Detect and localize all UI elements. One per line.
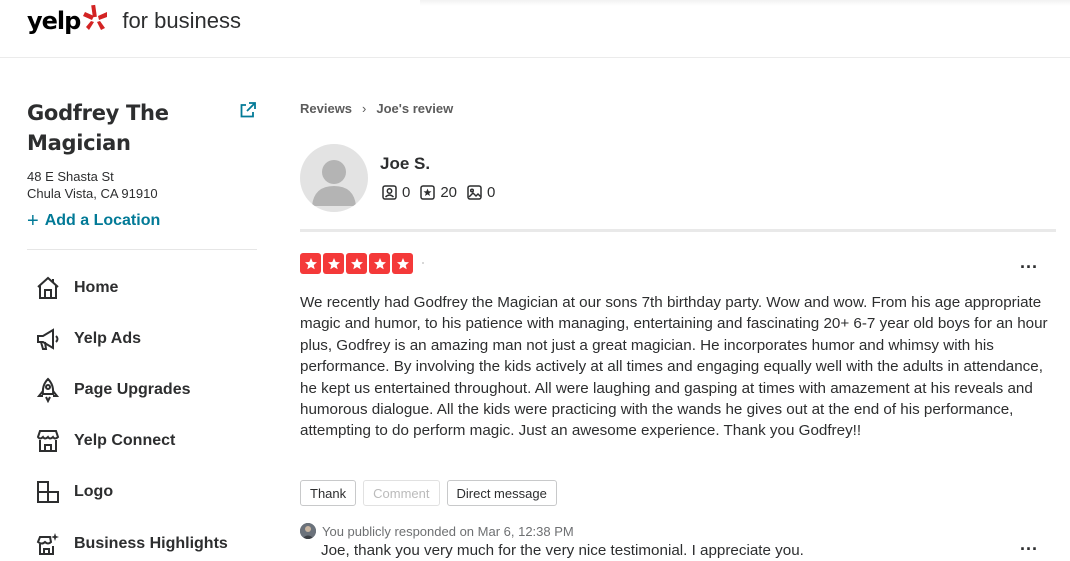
comment-button[interactable]: Comment bbox=[363, 480, 440, 506]
logo-grid-icon bbox=[34, 478, 62, 506]
plus-icon: + bbox=[27, 210, 39, 232]
home-icon bbox=[34, 274, 62, 302]
sidebar-item-page-upgrades[interactable]: Page Upgrades bbox=[34, 364, 264, 415]
logo-suffix: for business bbox=[122, 8, 241, 33]
sidebar-item-label: Page Upgrades bbox=[74, 380, 191, 398]
add-location-label: Add a Location bbox=[44, 212, 161, 229]
highlight-store-icon bbox=[34, 530, 62, 558]
sidebar-item-label: Yelp Connect bbox=[74, 432, 176, 450]
address-line2: Chula Vista, CA 91910 bbox=[27, 186, 158, 201]
response-more-options-button[interactable]: ... bbox=[1020, 534, 1038, 555]
sidebar-item-label: Logo bbox=[74, 483, 114, 501]
header-shade bbox=[420, 0, 1070, 6]
yelp-burst-icon bbox=[83, 4, 108, 30]
owner-photo-icon bbox=[300, 523, 316, 539]
sidebar-item-business-highlights[interactable]: Business Highlights bbox=[34, 518, 264, 561]
review-more-options-button[interactable]: ... bbox=[1020, 252, 1038, 273]
friends-icon bbox=[382, 185, 397, 200]
reviews-count: 20 bbox=[440, 184, 458, 201]
sidebar-item-home[interactable]: Home bbox=[34, 262, 264, 313]
business-sidebar: Godfrey The Magician 48 E Shasta St Chul… bbox=[27, 98, 257, 232]
direct-message-button[interactable]: Direct message bbox=[446, 480, 557, 506]
rating-star-icon bbox=[346, 253, 367, 274]
sidebar-item-label: Home bbox=[74, 278, 119, 296]
photos-count: 0 bbox=[487, 184, 496, 201]
sidebar-nav: Home Yelp Ads Page Upgrades Yelp Connect bbox=[34, 262, 264, 561]
business-name: Godfrey The Magician bbox=[27, 101, 169, 155]
photo-icon bbox=[467, 185, 482, 200]
owner-avatar bbox=[300, 523, 316, 539]
friends-count: 0 bbox=[402, 184, 411, 201]
star-icon bbox=[420, 185, 436, 200]
reviews-stat: 20 bbox=[420, 184, 457, 201]
top-header: yelp for business bbox=[0, 0, 1070, 58]
sidebar-item-yelp-connect[interactable]: Yelp Connect bbox=[34, 416, 264, 467]
rating-star-icon bbox=[300, 253, 321, 274]
external-link-icon[interactable] bbox=[240, 102, 256, 118]
storefront-icon bbox=[34, 427, 62, 455]
yelp-for-business-logo[interactable]: yelp for business bbox=[27, 4, 241, 38]
reviewer-avatar[interactable] bbox=[300, 144, 368, 212]
rating-star-icon bbox=[392, 253, 413, 274]
sidebar-divider bbox=[27, 249, 257, 250]
rating-separator-dot bbox=[422, 262, 424, 264]
chevron-right-icon: › bbox=[362, 101, 367, 116]
sidebar-item-label: Yelp Ads bbox=[74, 329, 141, 347]
breadcrumb-current: Joe's review bbox=[376, 101, 454, 116]
review-actions: Thank Comment Direct message bbox=[300, 480, 564, 506]
megaphone-icon bbox=[34, 325, 62, 353]
sidebar-item-yelp-ads[interactable]: Yelp Ads bbox=[34, 313, 264, 364]
sidebar-item-logo[interactable]: Logo bbox=[34, 467, 264, 518]
response-meta: You publicly responded on Mar 6, 12:38 P… bbox=[300, 523, 574, 539]
review-text: We recently had Godfrey the Magician at … bbox=[300, 294, 1048, 440]
breadcrumb: Reviews › Joe's review bbox=[300, 101, 453, 116]
thank-button[interactable]: Thank bbox=[300, 480, 357, 506]
logo-wordmark: yelp bbox=[27, 7, 81, 35]
rating-star-icon bbox=[323, 253, 344, 274]
add-location-link[interactable]: + Add a Location bbox=[27, 210, 257, 232]
reviewer-stats: 0 20 0 bbox=[382, 184, 505, 201]
address-line1: 48 E Shasta St bbox=[27, 169, 114, 184]
default-user-icon bbox=[312, 160, 356, 206]
photos-stat: 0 bbox=[467, 184, 495, 201]
reviewer-divider bbox=[300, 229, 1056, 232]
friends-stat: 0 bbox=[382, 184, 410, 201]
reviewer-name[interactable]: Joe S. bbox=[380, 154, 430, 174]
response-text: Joe, thank you very much for the very ni… bbox=[321, 542, 804, 559]
star-rating bbox=[300, 253, 415, 274]
rocket-icon bbox=[34, 376, 62, 404]
response-timestamp: You publicly responded on Mar 6, 12:38 P… bbox=[322, 523, 574, 539]
rating-star-icon bbox=[369, 253, 390, 274]
breadcrumb-reviews-link[interactable]: Reviews bbox=[300, 101, 352, 116]
sidebar-item-label: Business Highlights bbox=[74, 534, 228, 552]
